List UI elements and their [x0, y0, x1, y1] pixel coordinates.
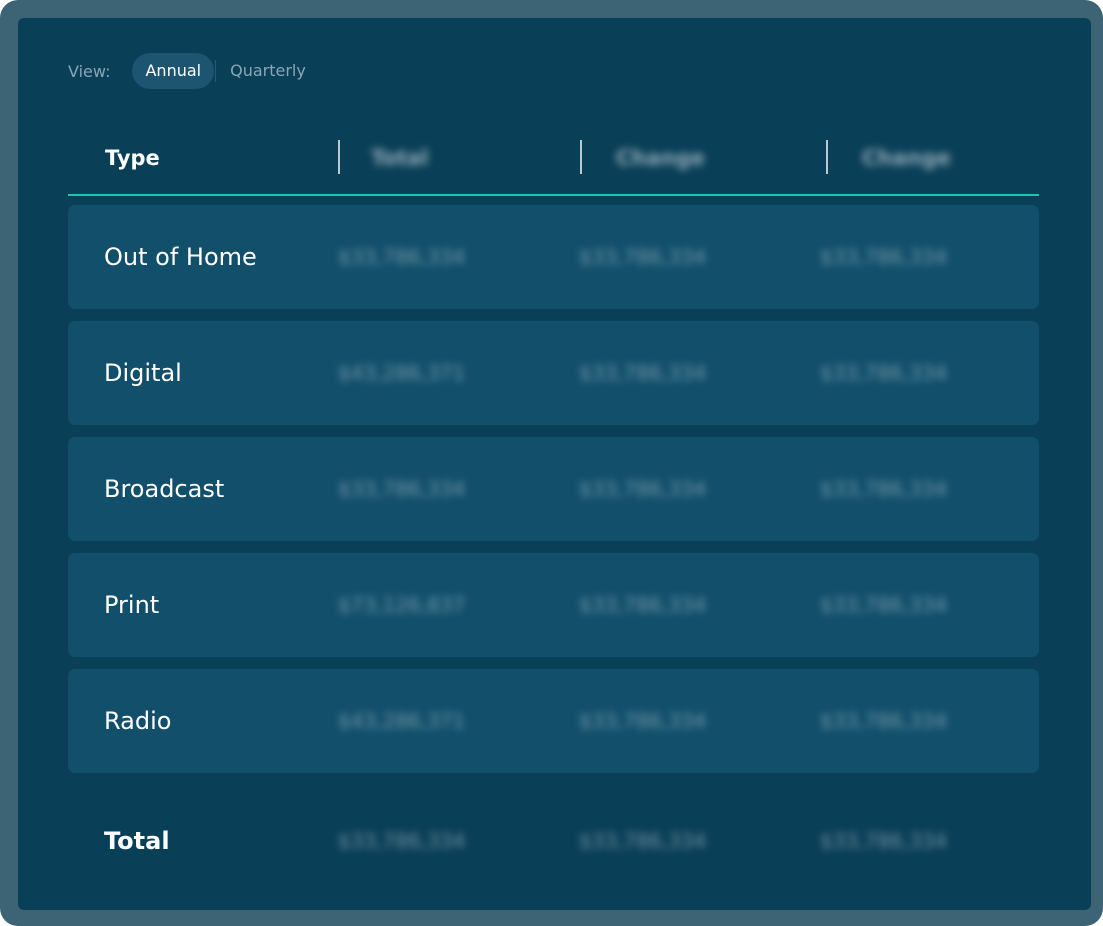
row-change-2: $33,786,334 [820, 477, 948, 501]
header-divider [580, 140, 582, 174]
total-label: Total [104, 827, 170, 855]
row-change-1: $33,786,334 [579, 477, 707, 501]
total-change-2: $33,786,334 [820, 829, 948, 853]
table-row[interactable]: Digital $43,286,371 $33,786,334 $33,786,… [68, 321, 1039, 425]
table-header: Type Total Change Change [68, 123, 1039, 196]
table-panel: View: Annual Quarterly Type Total Change… [18, 18, 1091, 910]
view-annual-button[interactable]: Annual [132, 53, 215, 89]
row-change-2: $33,786,334 [820, 245, 948, 269]
row-total: $43,286,371 [338, 361, 466, 385]
total-row: Total $33,786,334 $33,786,334 $33,786,33… [68, 789, 1039, 893]
card-frame: View: Annual Quarterly Type Total Change… [0, 0, 1103, 926]
total-value: $33,786,334 [338, 829, 466, 853]
header-total[interactable]: Total [371, 123, 428, 194]
header-change-2[interactable]: Change [862, 123, 951, 194]
row-type: Broadcast [104, 475, 225, 503]
header-change-1[interactable]: Change [616, 123, 705, 194]
view-quarterly-button[interactable]: Quarterly [217, 53, 319, 89]
header-type[interactable]: Type [105, 123, 160, 194]
row-type: Radio [104, 707, 172, 735]
header-divider [826, 140, 828, 174]
row-total: $33,786,334 [338, 477, 466, 501]
row-total: $33,786,334 [338, 245, 466, 269]
row-change-1: $33,786,334 [579, 709, 707, 733]
table-row[interactable]: Broadcast $33,786,334 $33,786,334 $33,78… [68, 437, 1039, 541]
table-row[interactable]: Radio $43,286,371 $33,786,334 $33,786,33… [68, 669, 1039, 773]
row-type: Digital [104, 359, 182, 387]
table-row[interactable]: Out of Home $33,786,334 $33,786,334 $33,… [68, 205, 1039, 309]
table-row[interactable]: Print $73,126,837 $33,786,334 $33,786,33… [68, 553, 1039, 657]
row-change-1: $33,786,334 [579, 593, 707, 617]
row-change-2: $33,786,334 [820, 593, 948, 617]
header-divider [338, 140, 340, 174]
view-label: View: [68, 61, 111, 81]
row-change-2: $33,786,334 [820, 709, 948, 733]
row-change-1: $33,786,334 [579, 245, 707, 269]
row-change-1: $33,786,334 [579, 361, 707, 385]
row-type: Out of Home [104, 243, 257, 271]
row-change-2: $33,786,334 [820, 361, 948, 385]
view-separator [215, 60, 217, 82]
view-toggle: View: Annual Quarterly [68, 53, 319, 89]
row-type: Print [104, 591, 160, 619]
row-total: $73,126,837 [338, 593, 466, 617]
row-total: $43,286,371 [338, 709, 466, 733]
total-change-1: $33,786,334 [579, 829, 707, 853]
